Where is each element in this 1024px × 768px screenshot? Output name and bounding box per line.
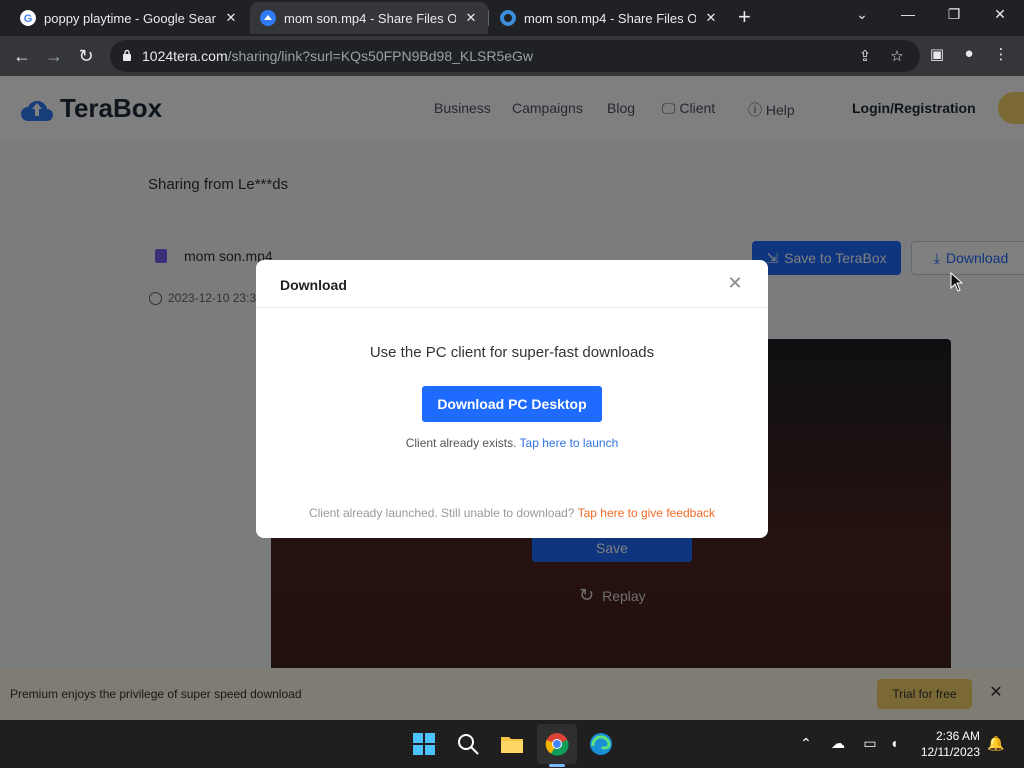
network-volume-icon[interactable]: ◖ — [884, 735, 904, 751]
tab-google-search[interactable]: G poppy playtime - Google Search ✕ — [10, 2, 248, 34]
svg-text:G: G — [24, 13, 33, 25]
chrome-icon[interactable] — [545, 732, 569, 756]
tab-separator — [488, 10, 489, 26]
mouse-cursor-icon — [950, 272, 964, 292]
feedback-label: Client already launched. Still unable to… — [308, 506, 575, 520]
clock-time: 2:36 AM — [935, 729, 980, 743]
close-tab-icon[interactable]: ✕ — [704, 10, 718, 26]
url-host: 1024tera.com — [142, 48, 228, 64]
edge-favicon-icon — [500, 10, 516, 26]
tab-title: mom son.mp4 - Share Files Online — [524, 10, 696, 26]
launch-client-link[interactable]: Tap here to launch — [520, 436, 619, 450]
clock-date: 12/11/2023 — [920, 745, 980, 759]
display-icon[interactable]: ▭ — [860, 735, 880, 752]
new-tab-icon[interactable]: + — [738, 6, 751, 28]
download-pc-desktop-button[interactable]: Download PC Desktop — [422, 386, 602, 422]
back-icon[interactable]: ← — [10, 44, 34, 68]
windows-taskbar: ⌃ ☁ ▭ ◖ 2:36 AM 12/11/2023 🔔 — [0, 720, 1024, 768]
download-dialog: Download ✕ Use the PC client for super-f… — [256, 260, 768, 538]
search-icon[interactable] — [456, 732, 480, 756]
feedback-link[interactable]: Tap here to give feedback — [578, 506, 715, 520]
close-tab-icon[interactable]: ✕ — [224, 10, 238, 26]
address-bar[interactable]: 1024tera.com/sharing/link?surl=KQs50FPN9… — [110, 40, 920, 72]
cloud-offline-icon[interactable]: ☁ — [828, 735, 848, 752]
tab-title: poppy playtime - Google Search — [44, 10, 216, 26]
windows-start-icon[interactable] — [412, 732, 436, 756]
side-panel-icon[interactable]: ▣ — [926, 45, 948, 63]
system-clock[interactable]: 2:36 AM 12/11/2023 — [910, 728, 980, 760]
tab-title: mom son.mp4 - Share Files Online — [284, 10, 456, 26]
close-window-icon[interactable]: ✕ — [990, 6, 1010, 23]
minimize-icon[interactable]: — — [898, 6, 918, 22]
close-tab-icon[interactable]: ✕ — [464, 10, 478, 26]
terabox-favicon-icon — [260, 10, 276, 26]
browser-toolbar: ← → ↻ 1024tera.com/sharing/link?surl=KQs… — [0, 36, 1024, 76]
client-exists-label: Client already exists. — [405, 436, 517, 450]
tab-terabox[interactable]: mom son.mp4 - Share Files Online ✕ — [490, 2, 728, 34]
dialog-header: Download ✕ — [256, 260, 768, 308]
close-dialog-icon[interactable]: ✕ — [726, 274, 744, 292]
tab-terabox-active[interactable]: mom son.mp4 - Share Files Online ✕ — [250, 2, 488, 34]
browser-tab-bar: G poppy playtime - Google Search ✕ mom s… — [0, 0, 1024, 36]
reload-icon[interactable]: ↻ — [74, 44, 98, 68]
lock-icon[interactable] — [122, 49, 132, 62]
dialog-title: Download — [280, 277, 347, 293]
share-icon[interactable]: ⇪ — [856, 47, 874, 65]
bookmark-star-icon[interactable]: ☆ — [888, 47, 906, 65]
edge-icon[interactable] — [589, 732, 613, 756]
feedback-text: Client already launched. Still unable to… — [256, 506, 768, 520]
menu-kebab-icon[interactable]: ⋮ — [990, 45, 1012, 63]
url-text: 1024tera.com/sharing/link?surl=KQs50FPN9… — [142, 48, 533, 64]
profile-icon[interactable]: ● — [958, 45, 980, 62]
show-hidden-icons-chevron-icon[interactable]: ⌃ — [796, 735, 816, 752]
notification-bell-icon[interactable]: 🔔 — [986, 735, 1006, 752]
file-explorer-icon[interactable] — [500, 732, 524, 756]
restore-icon[interactable]: ❐ — [944, 6, 964, 23]
url-path: /sharing/link?surl=KQs50FPN9Bd98_KLSR5eG… — [227, 48, 534, 64]
dialog-message: Use the PC client for super-fast downloa… — [369, 344, 655, 361]
tab-search-chevron-icon[interactable]: ⌄ — [852, 6, 872, 23]
google-icon: G — [20, 10, 36, 26]
active-app-indicator — [549, 764, 565, 767]
forward-icon[interactable]: → — [42, 44, 66, 68]
client-exists-text: Client already exists. Tap here to launc… — [256, 436, 768, 450]
terabox-page: TeraBox Business Campaigns Blog 🖵 Client… — [0, 76, 1024, 720]
